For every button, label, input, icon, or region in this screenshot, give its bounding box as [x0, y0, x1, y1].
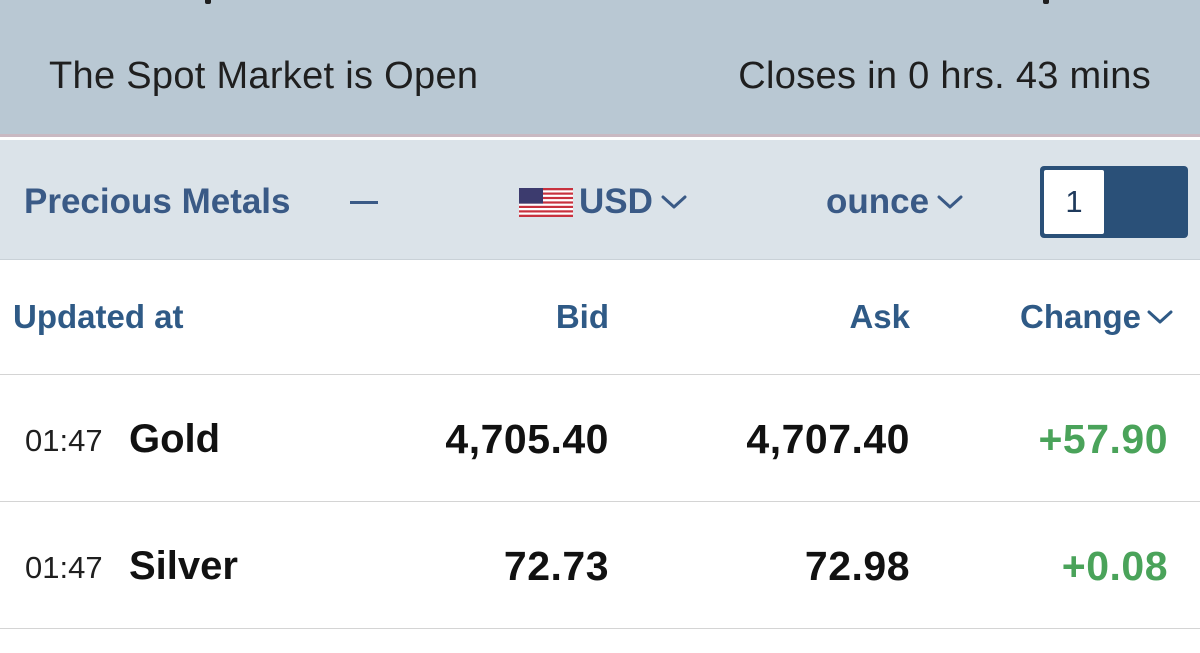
category-selector[interactable]: Precious Metals — [24, 182, 291, 222]
unit-dropdown[interactable]: ounce — [826, 182, 963, 222]
quantity-field[interactable]: 1 — [1042, 168, 1106, 236]
chevron-down-icon — [937, 195, 963, 209]
clipped-text-fragment — [205, 0, 211, 4]
currency-dropdown[interactable]: USD — [519, 182, 687, 222]
row-updated-time: 01:47 — [25, 550, 103, 585]
row-bid-price: 4,705.40 — [445, 416, 609, 462]
column-header-change[interactable]: Change — [1020, 298, 1173, 336]
row-ask-price: 4,707.40 — [746, 416, 910, 462]
column-header-updated[interactable]: Updated at — [13, 298, 184, 336]
row-divider — [0, 628, 1200, 629]
row-updated-time: 01:47 — [25, 423, 103, 458]
row-price-change: +57.90 — [1038, 416, 1168, 462]
chevron-down-icon — [1147, 310, 1173, 324]
filter-bar: Precious Metals USD ounce — [0, 140, 1200, 260]
column-header-bid[interactable]: Bid — [556, 298, 609, 336]
column-header-ask[interactable]: Ask — [849, 298, 910, 336]
collapse-icon[interactable] — [350, 201, 378, 204]
row-bid-price: 72.73 — [503, 543, 609, 589]
us-flag-icon — [519, 187, 573, 217]
row-metal-name: Gold — [129, 417, 221, 461]
market-status-banner: The Spot Market is Open Closes in 0 hrs.… — [0, 0, 1200, 137]
row-divider — [0, 501, 1200, 502]
market-open-status: The Spot Market is Open — [49, 55, 479, 97]
row-price-change: +0.08 — [1061, 543, 1168, 589]
change-header-label: Change — [1020, 298, 1142, 335]
row-divider — [0, 374, 1200, 375]
market-close-countdown: Closes in 0 hrs. 43 mins — [738, 55, 1151, 97]
category-label: Precious Metals — [24, 182, 291, 221]
chevron-down-icon — [661, 195, 687, 209]
unit-label: ounce — [826, 182, 930, 221]
clipped-text-fragment — [1043, 0, 1049, 4]
row-ask-price: 72.98 — [804, 543, 910, 589]
quantity-toggle[interactable]: 1 — [1040, 166, 1188, 238]
currency-label: USD — [579, 182, 653, 221]
row-metal-name: Silver — [129, 544, 238, 588]
